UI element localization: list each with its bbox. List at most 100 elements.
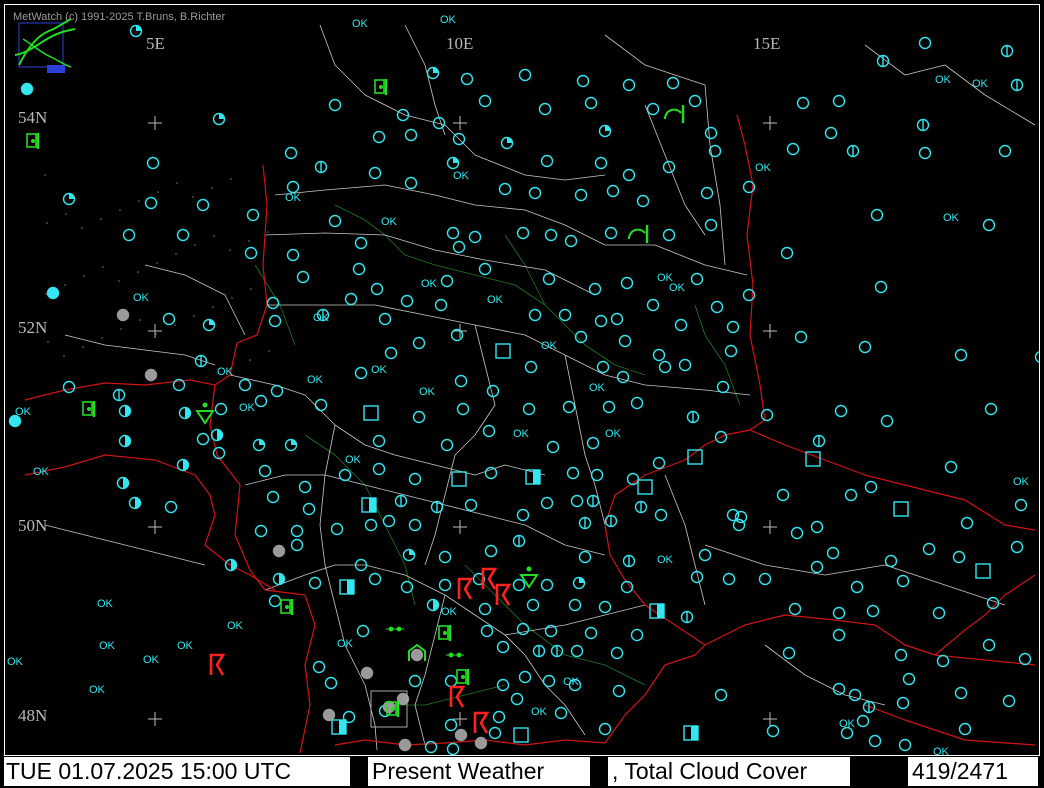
coast-speck [249,359,251,361]
border-at-hu [864,704,1036,746]
station-circle [918,146,932,160]
station-circle [794,330,808,344]
coast-speck [65,213,67,215]
station-ok-label: OK [935,74,952,86]
coast-speck [156,262,158,264]
station-circle [760,408,774,422]
state-line [64,334,216,366]
station-full-fill [9,415,21,427]
station-circle [372,434,386,448]
station-ok-label: OK [972,78,989,90]
station-circle [446,742,460,755]
station-circle [444,718,458,732]
station-circle [484,544,498,558]
station-square-fill [369,498,376,512]
lon-label-15e: 15E [753,34,780,53]
station-circle [902,672,916,686]
station-circle [478,602,492,616]
station-circle [646,298,660,312]
station-circle [354,366,368,380]
weather-rain-dot [31,139,35,143]
station-full-fill [47,287,59,299]
station-circle [1010,540,1024,554]
station-circle [518,670,532,684]
station-circle [338,468,352,482]
station-quarter-fill [219,113,225,119]
station-circle [678,358,692,372]
station-circle [636,194,650,208]
station-circle [758,572,772,586]
station-ok-label: OK [89,684,106,696]
station-circle [510,692,524,706]
coast-speck [101,337,103,339]
coast-speck [45,293,47,295]
station-ok-label: OK [239,402,256,414]
station-circle [482,424,496,438]
station-circle [498,182,512,196]
station-obscured-square [513,727,529,743]
station-circle [700,186,714,200]
station-circle [478,262,492,276]
station-ok-label: OK [421,278,438,290]
lat-label-54n: 54N [18,108,47,127]
station-circle [258,464,272,478]
station-square-fill [339,720,346,734]
station-circle [524,360,538,374]
station-circle [372,130,386,144]
station-ok-label: OK [531,706,548,718]
station-ok-label: OK [337,638,354,650]
station-circle [554,706,568,720]
station-quarter-fill [291,439,297,445]
station-ok-label: OK [381,216,398,228]
state-line [404,24,446,136]
station-circle [484,466,498,480]
copyright-credit: MetWatch (c) 1991-2025 T.Bruns, B.Richte… [13,11,226,23]
status-count: 419/2471 [908,757,1038,786]
station-circle [666,76,680,90]
station-circle [144,196,158,210]
station-circle [722,572,736,586]
station-circle [622,168,636,182]
station-circle [368,572,382,586]
station-circle [896,696,910,710]
coast-speck [213,235,215,237]
station-ok-label: OK [589,382,606,394]
map-frame[interactable]: 54N 52N 50N 48N 5E 10E 15E OK OK OK OK OK OK O… [4,4,1040,756]
station-circle [562,400,576,414]
station-circle [982,638,996,652]
coast-speck [82,346,84,348]
station-circle [286,248,300,262]
coast-speck [137,271,139,273]
station-circle [766,724,780,738]
station-ok-label: OK [513,428,530,440]
station-circle [780,246,794,260]
station-circle [296,270,310,284]
station-circle [488,726,502,740]
station-circle [214,402,228,416]
station-quarter-fill [209,319,215,325]
station-circle [122,228,136,242]
station-circle [704,218,718,232]
station-quarter-fill [579,577,585,583]
station-circle [958,722,972,736]
logo-swoosh-3 [22,38,72,68]
station-ok-label: OK [440,14,457,26]
station-circle [896,574,910,588]
station-quarter-fill [69,193,75,199]
station-circle [870,208,884,222]
station-circle [478,94,492,108]
station-circle [352,262,366,276]
station-full-fill [145,369,157,381]
station-circle [486,384,500,398]
station-square-fill [657,604,664,618]
station-ok-label: OK [97,598,114,610]
state-line [644,104,706,236]
station-circle [364,518,378,532]
coast-speck [175,253,177,255]
station-circle [446,226,460,240]
station-circle [568,598,582,612]
weather-map[interactable]: 54N 52N 50N 48N 5E 10E 15E OK OKOK OKOKOKO… [5,5,1040,756]
station-ok-label: OK [133,292,150,304]
station-circle [850,580,864,594]
station-circle [1034,351,1039,363]
